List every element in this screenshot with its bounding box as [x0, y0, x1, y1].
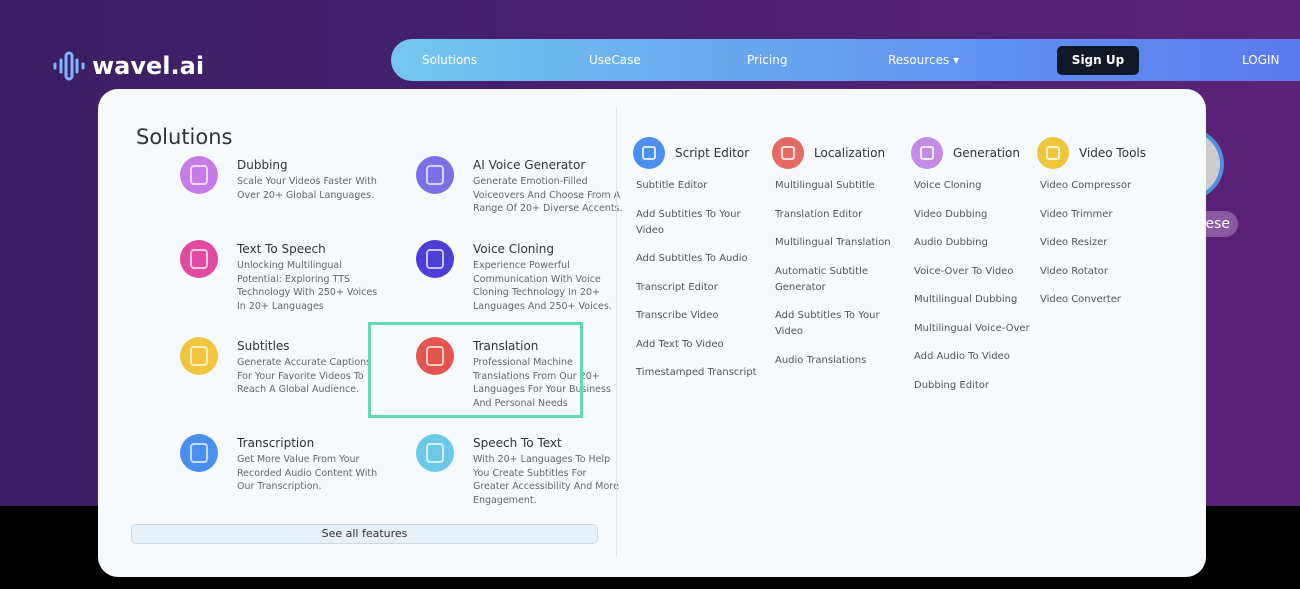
solution-title: Speech To Text [473, 436, 562, 450]
feature-link[interactable]: Add Subtitles To Your Video [636, 207, 758, 239]
solutions-dropdown: Solutions Dubbing Scale Your Videos Fast… [98, 89, 1206, 577]
column-title: Localization [814, 146, 886, 160]
solution-description: With 20+ Languages To Help You Create Su… [473, 454, 619, 506]
solution-icon [180, 337, 218, 375]
column-title: Video Tools [1079, 146, 1146, 160]
feature-link[interactable]: Multilingual Dubbing [914, 292, 1036, 308]
feature-link[interactable]: Audio Translations [775, 353, 897, 369]
nav-pricing[interactable]: Pricing [747, 39, 787, 81]
feature-link[interactable]: Video Compressor [1040, 178, 1157, 194]
solution-description: Unlocking Multilingual Potential: Explor… [237, 260, 378, 312]
solution-title: Transcription [237, 436, 315, 450]
nav-usecase[interactable]: UseCase [589, 39, 641, 81]
feature-link[interactable]: Automatic Subtitle Generator [775, 264, 897, 296]
see-all-features-button[interactable]: See all features [131, 524, 598, 544]
solutions-title: Solutions [136, 125, 233, 149]
login-link[interactable]: LOGIN [1242, 39, 1280, 81]
feature-link[interactable]: Add Text To Video [636, 337, 758, 353]
feature-link[interactable]: Transcribe Video [636, 308, 758, 324]
top-nav: Solutions UseCase Pricing Resources ▾ Si… [391, 39, 1300, 81]
feature-link[interactable]: Voice-Over To Video [914, 264, 1036, 280]
feature-link[interactable]: Add Subtitles To Audio [636, 251, 758, 267]
logo[interactable]: wavel.ai [52, 50, 204, 82]
feature-link[interactable]: Subtitle Editor [636, 178, 758, 194]
feature-column: Localization Multilingual Subtitle Transla… [772, 137, 897, 381]
solution-icon [416, 240, 454, 278]
category-icon [911, 137, 943, 169]
category-icon [772, 137, 804, 169]
feature-column: Generation Voice Cloning Video Dubbing Audi… [911, 137, 1036, 406]
feature-link[interactable]: Add Subtitles To Your Video [775, 308, 897, 340]
solution-icon [416, 156, 454, 194]
feature-link[interactable]: Audio Dubbing [914, 235, 1036, 251]
solution-description: Scale Your Videos Faster With Over 20+ G… [237, 176, 377, 201]
solution-title: Subtitles [237, 339, 290, 353]
feature-column: Video Tools Video Compressor Video Trimmer… [1037, 137, 1157, 321]
feature-link[interactable]: Video Converter [1040, 292, 1157, 308]
divider [616, 108, 617, 557]
feature-link[interactable]: Multilingual Translation [775, 235, 897, 251]
column-title: Script Editor [675, 146, 750, 160]
feature-link[interactable]: Add Audio To Video [914, 349, 1036, 365]
feature-link[interactable]: Dubbing Editor [914, 378, 1036, 394]
category-icon [1037, 137, 1069, 169]
feature-column: Script Editor Subtitle Editor Add Subtitle… [633, 137, 758, 394]
nav-resources[interactable]: Resources ▾ [888, 39, 959, 81]
solution-icon [416, 434, 454, 472]
feature-link[interactable]: Multilingual Subtitle [775, 178, 897, 194]
highlight-box [368, 322, 583, 418]
feature-link[interactable]: Translation Editor [775, 207, 897, 223]
feature-link[interactable]: Video Rotator [1040, 264, 1157, 280]
logo-text: wavel.ai [92, 52, 205, 80]
solution-title: Text To Speech [237, 242, 326, 256]
feature-link[interactable]: Video Dubbing [914, 207, 1036, 223]
solution-title: AI Voice Generator [473, 158, 586, 172]
feature-link[interactable]: Voice Cloning [914, 178, 1036, 194]
wave-logo-icon [53, 51, 85, 81]
solution-description: Generate Accurate Captions For Your Favo… [237, 357, 372, 395]
solution-icon [180, 156, 218, 194]
solution-icon [180, 240, 218, 278]
column-title: Generation [953, 146, 1020, 160]
feature-link[interactable]: Timestamped Transcript [636, 365, 758, 381]
solution-description: Generate Emotion-Filled Voiceovers And C… [473, 176, 623, 214]
nav-solutions[interactable]: Solutions [422, 39, 477, 81]
feature-link[interactable]: Transcript Editor [636, 280, 758, 296]
sign-up-button[interactable]: Sign Up [1057, 46, 1139, 75]
solution-icon [180, 434, 218, 472]
feature-link[interactable]: Video Trimmer [1040, 207, 1157, 223]
solution-title: Dubbing [237, 158, 288, 172]
category-icon [633, 137, 665, 169]
feature-link[interactable]: Multilingual Voice-Over [914, 321, 1036, 337]
solution-description: Experience Powerful Communication With V… [473, 260, 612, 312]
feature-link[interactable]: Video Resizer [1040, 235, 1157, 251]
solution-title: Voice Cloning [473, 242, 554, 256]
solution-description: Get More Value From Your Recorded Audio … [237, 454, 378, 492]
